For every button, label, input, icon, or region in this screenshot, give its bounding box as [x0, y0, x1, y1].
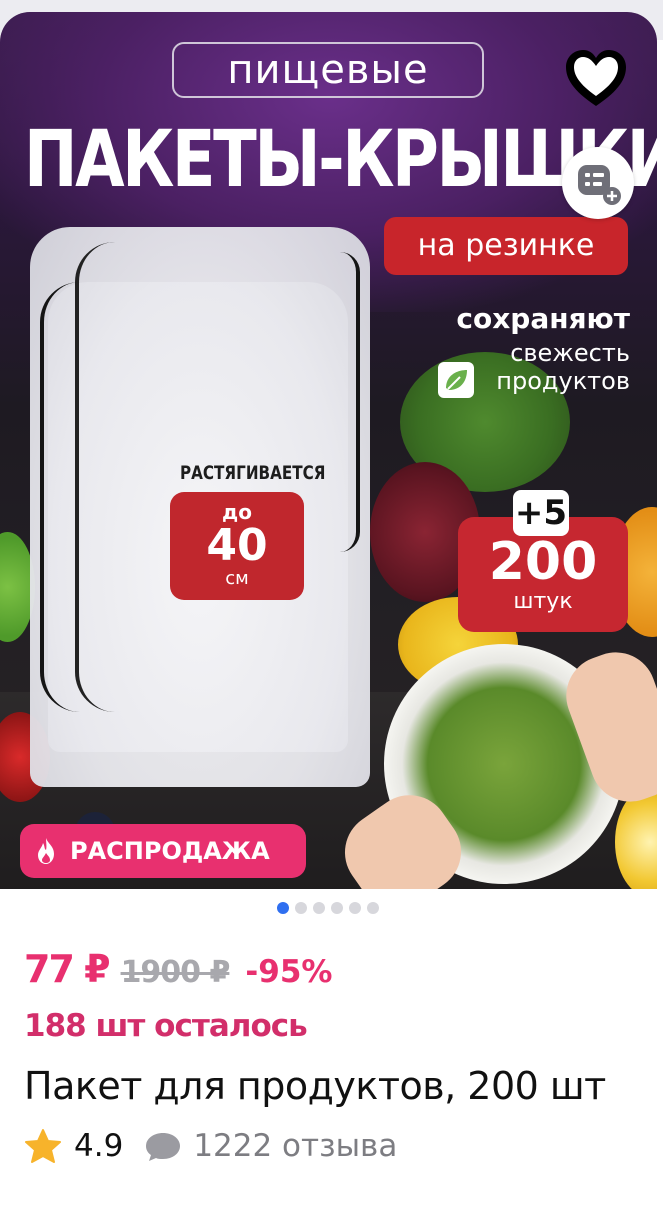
compare-list-add-icon [578, 165, 621, 205]
stretch-unit: см [225, 568, 249, 589]
leaf-check-icon [438, 362, 474, 398]
comment-bubble-icon [146, 1133, 181, 1161]
stretch-value: 40 [206, 520, 268, 571]
count-value: 200 [488, 532, 598, 592]
old-price: 1900 ₽ [120, 955, 231, 990]
favorite-button[interactable] [562, 46, 630, 114]
cord-decoration [320, 252, 360, 552]
gallery-dot[interactable] [277, 902, 289, 914]
gallery-dot[interactable] [349, 902, 361, 914]
discount-percent: -95% [245, 954, 333, 990]
compare-button[interactable] [562, 147, 634, 219]
bonus-badge: +5 [513, 490, 569, 536]
gallery-dot[interactable] [367, 902, 379, 914]
rubber-badge: на резинке [384, 217, 628, 275]
stock-remaining: 188 шт осталось [24, 1008, 308, 1044]
gallery-pagination[interactable] [277, 902, 379, 914]
sale-badge: РАСПРОДАЖА [20, 824, 306, 878]
star-icon [25, 1129, 61, 1163]
gallery-dot[interactable] [331, 902, 343, 914]
current-price: 77 ₽ [24, 947, 111, 991]
rating-row[interactable]: 4.9 1222 отзыва [24, 1128, 397, 1164]
gallery-dot[interactable] [313, 902, 325, 914]
title-small-pill: пищевые [172, 42, 484, 98]
fire-icon [38, 838, 54, 864]
title-main: ПАКЕТЫ-КРЫШКИ [24, 115, 657, 205]
price-row: 77 ₽ 1900 ₽ -95% [24, 947, 332, 991]
reviews-count: 1222 отзыва [193, 1128, 398, 1164]
sale-badge-label: РАСПРОДАЖА [70, 837, 270, 865]
freshness-line-1: сохраняют [456, 302, 630, 335]
gallery-dot[interactable] [295, 902, 307, 914]
product-image[interactable]: пищевые ПАКЕТЫ-КРЫШКИ на резинке сохраня… [0, 12, 657, 889]
heart-icon [566, 50, 626, 106]
product-card[interactable]: пищевые ПАКЕТЫ-КРЫШКИ на резинке сохраня… [0, 12, 657, 1217]
rating-value: 4.9 [74, 1128, 124, 1164]
stretch-label: РАСТЯГИВАЕТСЯ [180, 462, 326, 484]
stretch-badge: до 40 см [170, 492, 304, 600]
count-unit: штук [513, 589, 573, 614]
product-title[interactable]: Пакет для продуктов, 200 шт [24, 1064, 606, 1108]
